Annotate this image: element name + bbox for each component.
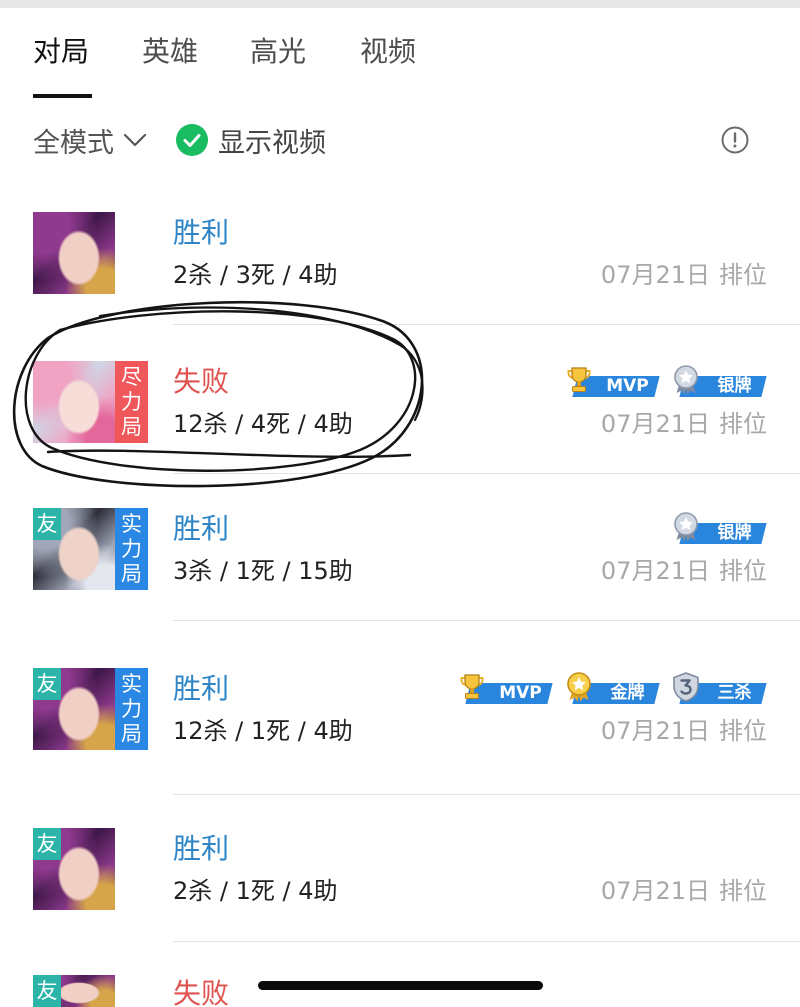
match-row[interactable]: 胜利 2杀 / 3死 / 4助 07月21日 排位 xyxy=(0,180,800,325)
tab-label: 对局 xyxy=(33,35,90,68)
tab-label: 视频 xyxy=(360,35,417,68)
match-quality-tag: 实力局 xyxy=(115,508,148,590)
badge-label: MVP xyxy=(606,376,649,396)
trophy-badge: MVP xyxy=(456,671,553,705)
friend-tag: 友 xyxy=(33,975,61,1007)
gold-medal-badge: 金牌 xyxy=(563,671,660,705)
active-tab-indicator xyxy=(33,94,92,98)
kda-stats: 3杀 / 1死 / 15助 xyxy=(173,557,353,585)
match-date: 07月21日 xyxy=(600,410,710,438)
tab-heroes[interactable]: 英雄 xyxy=(142,30,198,100)
match-mode: 排位 xyxy=(719,877,767,905)
match-mode: 排位 xyxy=(719,717,767,745)
match-result: 胜利 xyxy=(173,832,230,865)
show-video-label: 显示视频 xyxy=(218,127,326,159)
match-mode: 排位 xyxy=(719,261,767,289)
hero-avatar-group: 友 xyxy=(33,975,115,1007)
match-date-and-mode: 07月21日 排位 xyxy=(601,410,767,438)
hero-avatar-group: 友 xyxy=(33,828,115,910)
trophy-badge: MVP xyxy=(563,364,660,398)
badge-label: 银牌 xyxy=(717,376,752,396)
gold-medal-icon xyxy=(563,671,595,703)
match-quality-tag-label: 尽力局 xyxy=(121,364,142,439)
match-mode: 排位 xyxy=(719,557,767,585)
tab-matches[interactable]: 对局 xyxy=(33,30,92,100)
kda-stats: 12杀 / 4死 / 4助 xyxy=(173,410,353,438)
match-date: 07月21日 xyxy=(600,557,710,585)
hero-avatar-group xyxy=(33,212,115,294)
match-row[interactable]: 友 胜利 2杀 / 1死 / 4助 07月21日 排位 xyxy=(0,795,800,942)
match-date: 07月21日 xyxy=(600,261,710,289)
badge-label: 银牌 xyxy=(717,523,752,543)
hero-avatar-group: 友 实力局 xyxy=(33,668,148,750)
tab-label: 高光 xyxy=(250,35,307,68)
match-date: 07月21日 xyxy=(600,717,710,745)
match-quality-tag: 实力局 xyxy=(115,668,148,750)
achievement-badges: 银牌 xyxy=(670,511,767,545)
mode-dropdown-label: 全模式 xyxy=(33,127,114,159)
match-history-screen: 对局 英雄 高光 视频 全模式 显示视频 胜利 2杀 / 3死 / 4助 07月… xyxy=(0,0,800,1007)
match-row[interactable]: 友 实力局 胜利 3杀 / 1死 / 15助 07月21日 排位 银牌 xyxy=(0,474,800,621)
match-date: 07月21日 xyxy=(600,877,710,905)
badge-label: 三杀 xyxy=(717,683,752,703)
achievement-badges: MVP 银牌 xyxy=(563,364,767,398)
match-list: 胜利 2杀 / 3死 / 4助 07月21日 排位 尽力局 失败 12杀 / 4死 / 4助… xyxy=(0,180,800,1007)
filter-bar: 全模式 显示视频 xyxy=(0,118,800,162)
mode-dropdown[interactable]: 全模式 xyxy=(33,118,147,162)
triple-kill-icon xyxy=(670,671,702,703)
friend-tag: 友 xyxy=(33,668,61,700)
match-result: 胜利 xyxy=(173,672,230,705)
match-date-and-mode: 07月21日 排位 xyxy=(601,877,767,905)
friend-tag: 友 xyxy=(33,828,61,860)
match-result: 胜利 xyxy=(173,512,230,545)
match-row[interactable]: 友 失败 xyxy=(0,942,800,1007)
info-icon[interactable] xyxy=(721,126,749,154)
home-indicator xyxy=(258,981,543,990)
hero-avatar xyxy=(33,212,115,294)
chevron-down-icon xyxy=(123,133,147,147)
friend-tag: 友 xyxy=(33,508,61,540)
badge-label: MVP xyxy=(499,683,542,703)
badge-label: 金牌 xyxy=(610,683,645,703)
tab-highlights[interactable]: 高光 xyxy=(250,30,306,100)
kda-stats: 12杀 / 1死 / 4助 xyxy=(173,717,353,745)
silver-medal-icon xyxy=(670,511,702,543)
status-bar-strip xyxy=(0,0,800,8)
hero-avatar xyxy=(33,361,115,443)
trophy-icon xyxy=(456,671,488,703)
match-row[interactable]: 尽力局 失败 12杀 / 4死 / 4助 07月21日 排位 MVP 银牌 xyxy=(0,325,800,474)
match-result: 失败 xyxy=(173,977,230,1007)
silver-medal-badge: 银牌 xyxy=(670,511,767,545)
trophy-icon xyxy=(563,364,595,396)
triple-kill-badge: 三杀 xyxy=(670,671,767,705)
match-date-and-mode: 07月21日 排位 xyxy=(601,261,767,289)
match-quality-tag: 尽力局 xyxy=(115,361,148,443)
match-quality-tag-label: 实力局 xyxy=(121,671,142,746)
match-result: 失败 xyxy=(173,365,230,398)
tab-label: 英雄 xyxy=(142,35,199,68)
kda-stats: 2杀 / 1死 / 4助 xyxy=(173,877,338,905)
match-row[interactable]: 友 实力局 胜利 12杀 / 1死 / 4助 07月21日 排位 MVP 金牌 三杀 xyxy=(0,621,800,795)
match-date-and-mode: 07月21日 排位 xyxy=(601,717,767,745)
hero-avatar-group: 友 实力局 xyxy=(33,508,148,590)
match-quality-tag-label: 实力局 xyxy=(121,511,142,586)
match-date-and-mode: 07月21日 排位 xyxy=(601,557,767,585)
kda-stats: 2杀 / 3死 / 4助 xyxy=(173,261,338,289)
silver-medal-icon xyxy=(670,364,702,396)
silver-medal-badge: 银牌 xyxy=(670,364,767,398)
show-video-toggle[interactable]: 显示视频 xyxy=(176,118,326,162)
check-circle-icon xyxy=(176,124,208,156)
achievement-badges: MVP 金牌 三杀 xyxy=(456,671,767,705)
match-mode: 排位 xyxy=(719,410,767,438)
tab-videos[interactable]: 视频 xyxy=(360,30,416,100)
hero-avatar-group: 尽力局 xyxy=(33,361,148,443)
match-result: 胜利 xyxy=(173,216,230,249)
